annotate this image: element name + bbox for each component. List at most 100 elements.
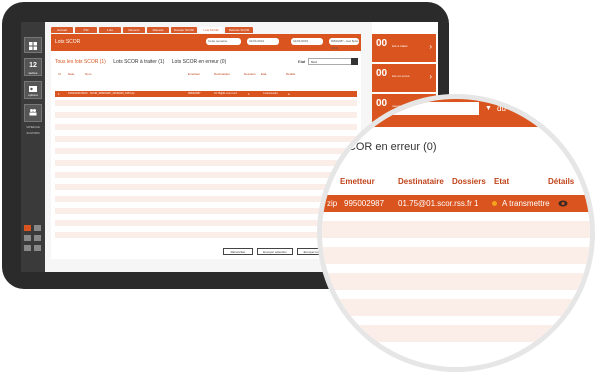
reconcile-button[interactable]: Réconcilier bbox=[223, 248, 253, 255]
magnifier-row-emetteur: 995002987 bbox=[344, 199, 385, 208]
dashboard-tile[interactable] bbox=[24, 37, 42, 53]
magnifier-row-etat: A transmettre bbox=[502, 199, 550, 208]
send-selection-button[interactable]: Envoyer sélection bbox=[257, 248, 293, 255]
grid-icon bbox=[29, 42, 37, 50]
magnifier-empty-row bbox=[322, 273, 590, 290]
period-select[interactable]: Cette semaine bbox=[206, 38, 241, 45]
col-date: Date bbox=[68, 72, 75, 76]
row-id: 1 bbox=[58, 92, 60, 96]
col-etat: Etat bbox=[261, 72, 267, 76]
etat-select-arrow[interactable] bbox=[351, 58, 358, 65]
chevron-right-icon: › bbox=[429, 72, 432, 81]
window-header: Lots SCOR Cette semaine 01/01/2019 31/01… bbox=[51, 34, 361, 51]
eye-icon[interactable] bbox=[558, 199, 568, 208]
top-tabs: Accueil PSI Lots Récents Relevés Dossier… bbox=[51, 27, 351, 34]
magnifier-row-destinataire: 01.75@01.scor.rss.fr bbox=[398, 199, 472, 208]
magnifier-date-field[interactable]: 12/0 bbox=[518, 102, 588, 115]
magnifier-empty-row bbox=[322, 247, 590, 264]
phone-button[interactable] bbox=[34, 235, 41, 241]
users-icon bbox=[29, 109, 37, 116]
tasks-count: 12 bbox=[29, 62, 37, 69]
help-button[interactable] bbox=[34, 225, 41, 231]
tab-psi[interactable]: PSI bbox=[75, 27, 97, 33]
flag-button[interactable] bbox=[24, 225, 31, 231]
schedule-label[interactable]: SCHEDULE bbox=[23, 126, 43, 129]
magnifier-empty-row bbox=[322, 299, 590, 316]
row-emetteur: 995002987 bbox=[188, 92, 201, 95]
row-details-eye-icon[interactable]: ● bbox=[288, 91, 290, 97]
left-sidebar: 12 taches options SCHEDULE SUIVI/CRM bbox=[21, 22, 45, 272]
filter-errors[interactable]: Lots SCOR en erreur (0) bbox=[172, 59, 226, 65]
magnifier-col-destinataire: Destinataire bbox=[398, 177, 444, 186]
counter-lots-to-process[interactable]: 00 lots à traiter › bbox=[372, 34, 436, 62]
chevron-right-icon: › bbox=[429, 42, 432, 51]
empty-row bbox=[55, 160, 357, 166]
chevron-down-icon[interactable]: ▼ bbox=[479, 102, 498, 115]
empty-row bbox=[55, 196, 357, 202]
empty-row bbox=[55, 112, 357, 118]
magnifier-empty-row bbox=[322, 221, 590, 238]
magnifier-lens: semaine ▼ du 12/0 s SCOR en erreur (0) E… bbox=[322, 99, 590, 367]
row-nom: SCOR_995002987_20180215_1653.zip bbox=[90, 92, 135, 95]
tab-lots-scor[interactable]: Lots SCOR bbox=[199, 27, 223, 33]
empty-row bbox=[55, 172, 357, 178]
tasks-label: taches bbox=[28, 71, 38, 75]
counter-lots-errors[interactable]: 00 lots en erreur › bbox=[372, 64, 436, 92]
counter-value: 00 bbox=[376, 38, 388, 49]
counter-label: lots en erreur bbox=[392, 74, 410, 78]
date-from-field[interactable]: 01/01/2019 bbox=[247, 38, 279, 45]
filter-all[interactable]: Tous les lots SCOR (1) bbox=[55, 59, 106, 65]
empty-row bbox=[55, 208, 357, 214]
chat-button[interactable] bbox=[24, 235, 31, 241]
crm-label[interactable]: SUIVI/CRM bbox=[23, 132, 43, 135]
magnifier-du-label: du bbox=[497, 104, 506, 113]
tab-releves-scor[interactable]: Relevés SCOR bbox=[225, 27, 253, 33]
magnifier-period-value: semaine bbox=[364, 103, 399, 113]
empty-row bbox=[55, 100, 357, 106]
magnifier-table-row[interactable]: zip 995002987 01.75@01.scor.rss.fr 1 A t… bbox=[322, 195, 590, 212]
col-destinataire: Destinataire bbox=[214, 72, 231, 76]
agenda-tile[interactable] bbox=[24, 104, 42, 122]
col-dossiers: Dossiers bbox=[244, 72, 256, 76]
tab-releves[interactable]: Relevés bbox=[147, 27, 169, 33]
date-to-field[interactable]: 31/01/2019 bbox=[291, 38, 323, 45]
magnifier-empty-row bbox=[322, 325, 590, 342]
tab-accueil[interactable]: Accueil bbox=[51, 27, 73, 33]
empty-row bbox=[55, 232, 357, 238]
magnifier-header: semaine ▼ du 12/0 bbox=[322, 99, 590, 127]
empty-row bbox=[55, 220, 357, 226]
etat-label: Etat bbox=[298, 59, 306, 64]
magnifier-col-details: Détails bbox=[548, 177, 575, 186]
magnifier-period-select[interactable]: semaine ▼ bbox=[358, 102, 498, 115]
tab-recents[interactable]: Récents bbox=[123, 27, 145, 33]
tasks-tile[interactable]: 12 taches bbox=[24, 58, 42, 76]
empty-row bbox=[55, 124, 357, 130]
magnifier-col-dossiers: Dossiers bbox=[452, 177, 486, 186]
magnifier-row-dossiers: 1 bbox=[474, 199, 479, 208]
magnifier-filter-errors[interactable]: s SCOR en erreur (0) bbox=[332, 141, 437, 153]
status-dot-icon bbox=[492, 201, 497, 206]
tab-lots[interactable]: Lots bbox=[99, 27, 121, 33]
tab-dossier-scor[interactable]: Dossier SCOR bbox=[171, 27, 197, 33]
magnifier-col-etat: Etat bbox=[494, 177, 510, 186]
col-id: Id bbox=[58, 72, 61, 76]
empty-row bbox=[55, 184, 357, 190]
mail-button[interactable] bbox=[24, 245, 31, 251]
id-card-icon bbox=[29, 86, 37, 92]
row-etat: A transmettre bbox=[263, 92, 278, 95]
empty-row bbox=[55, 148, 357, 154]
magnifier-row-nom: zip bbox=[327, 199, 338, 208]
filter-to-process[interactable]: Lots SCOR à traiter (1) bbox=[113, 59, 164, 65]
account-select[interactable]: 995002987 - Jean Berke (Nord) bbox=[329, 38, 359, 50]
filter-links: Tous les lots SCOR (1) Lots SCOR à trait… bbox=[55, 59, 232, 65]
table-row[interactable]: 1 15/02/2018 09:00 SCOR_995002987_201802… bbox=[55, 91, 357, 97]
magnifier-col-emetteur: Emetteur bbox=[340, 177, 375, 186]
options-tile[interactable]: options bbox=[24, 81, 42, 99]
page-title: Lots SCOR bbox=[55, 39, 81, 45]
settings-button[interactable] bbox=[34, 245, 41, 251]
col-nom: Nom bbox=[85, 72, 92, 76]
col-details: Détails bbox=[286, 72, 296, 76]
col-emetteur: Emetteur bbox=[188, 72, 201, 76]
counter-label: lots à traiter bbox=[392, 44, 408, 48]
row-date: 15/02/2018 09:00 bbox=[68, 92, 88, 95]
